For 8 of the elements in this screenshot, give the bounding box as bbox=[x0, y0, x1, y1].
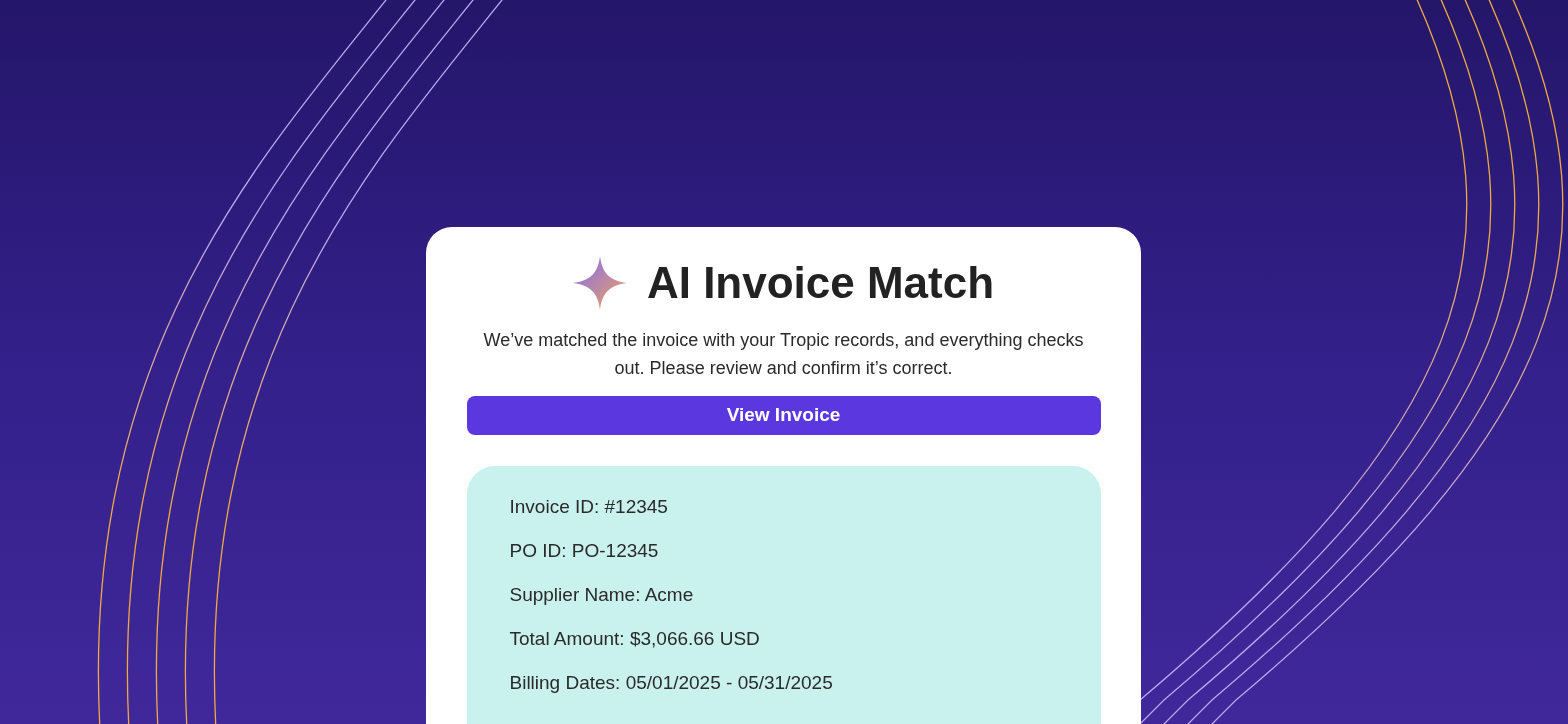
detail-text: Supplier Name: Acme bbox=[509, 583, 695, 607]
card-title: AI Invoice Match bbox=[646, 257, 995, 309]
card-description: We’ve matched the invoice with your Tropic records, and everything checks out. Please review and confirm it’s correct. bbox=[483, 329, 1084, 380]
detail-text: Invoice ID: #12345 bbox=[509, 495, 669, 519]
view-invoice-button[interactable]: View Invoice bbox=[466, 396, 1101, 435]
detail-text: Billing Dates: 05/01/2025 - 05/31/2025 bbox=[509, 671, 834, 695]
detail-text: PO ID: PO-12345 bbox=[509, 539, 660, 563]
detail-text: Total Amount: $3,066.66 USD bbox=[509, 627, 761, 651]
